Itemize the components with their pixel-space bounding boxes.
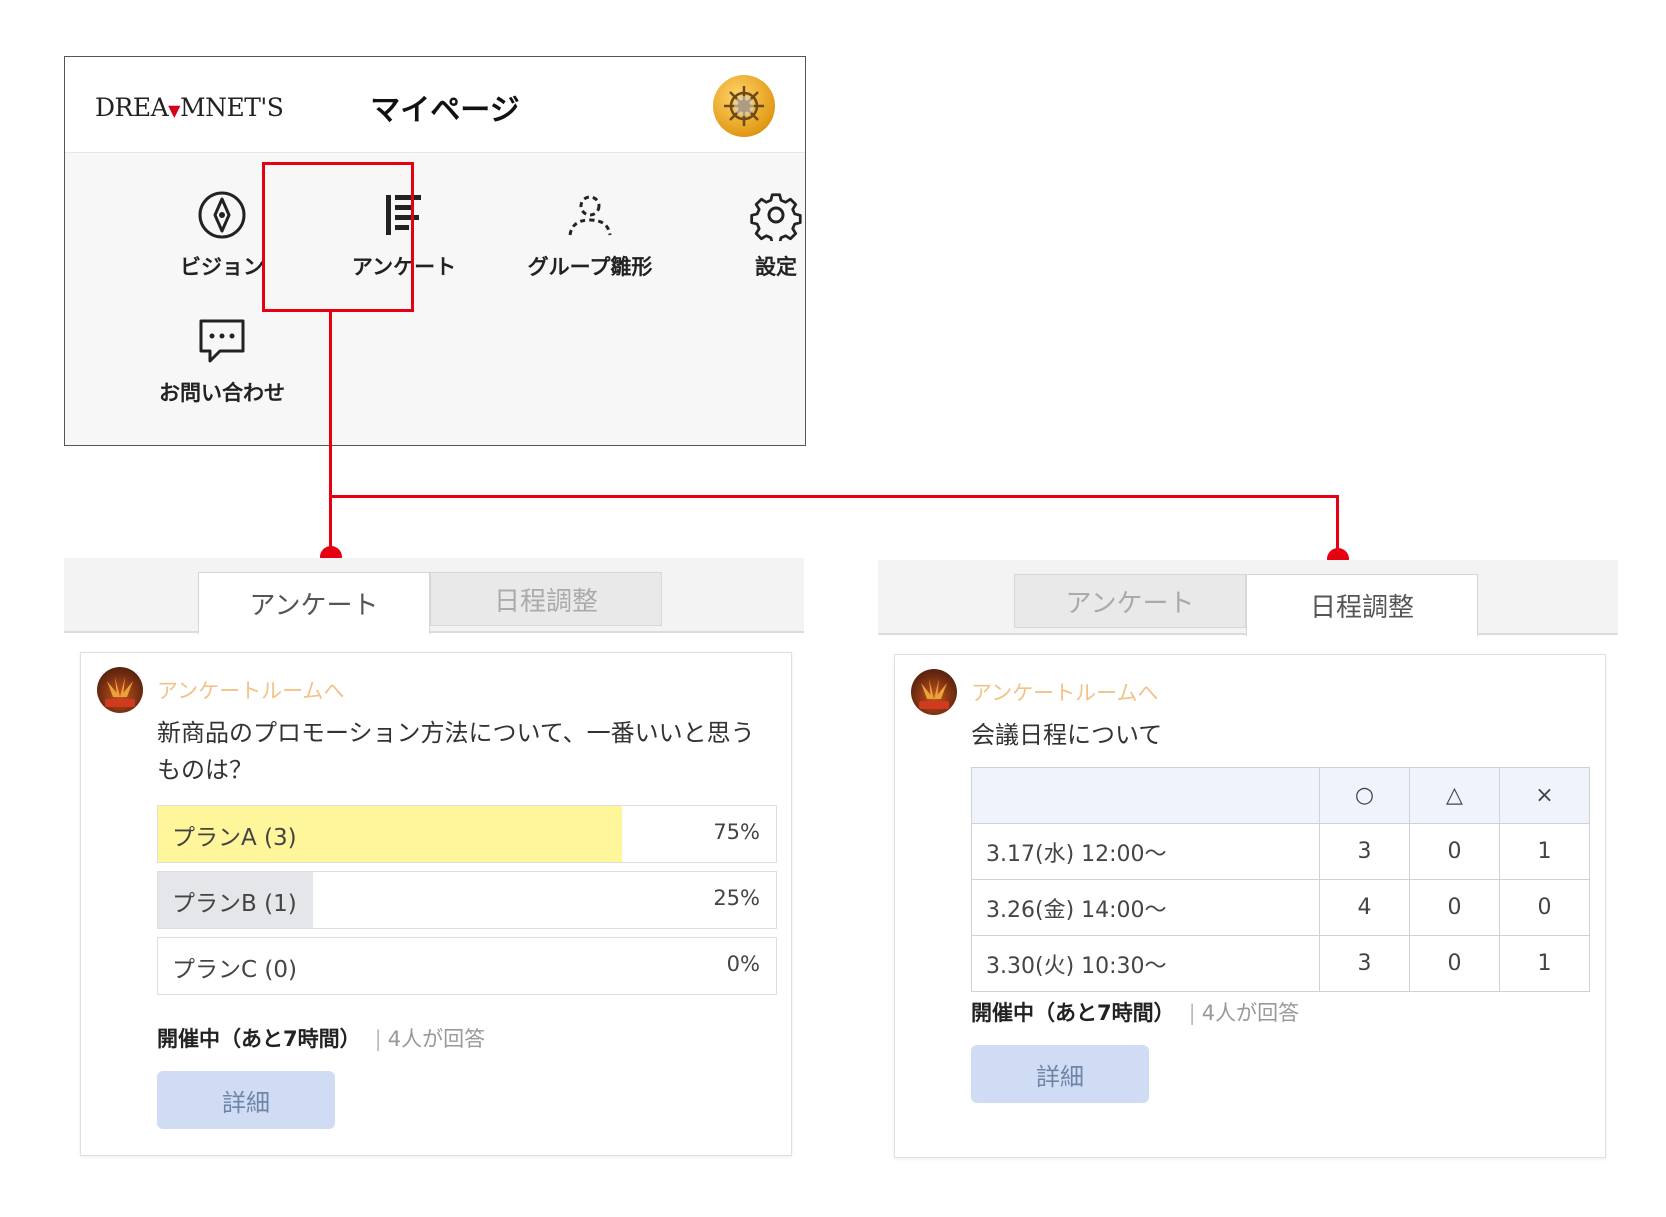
room-avatar[interactable] (911, 669, 957, 715)
survey-room-link[interactable]: アンケートルームへ (157, 675, 345, 705)
page-title: マイページ (370, 93, 520, 128)
survey-tabbar: アンケート 日程調整 (64, 558, 804, 635)
table-row[interactable]: 3.30(火) 10:30～ 3 0 1 (971, 935, 1590, 992)
mypage-panel: DREA▼MNET'S マイページ ビジョン アンケート グループ雛形 設定 お… (64, 56, 806, 446)
survey-highlight-box (262, 162, 414, 312)
option-percent: 0% (726, 952, 760, 976)
mark-unavailable: × (1499, 767, 1590, 824)
option-label: プランC (0) (172, 957, 297, 983)
tab-schedule[interactable]: 日程調整 (430, 572, 662, 626)
menu-item-group-template[interactable]: グループ雛形 (515, 189, 665, 329)
status-separator: | (374, 1027, 382, 1051)
mark-maybe: △ (1409, 767, 1500, 824)
option-label: プランA (3) (172, 825, 297, 851)
mypage-header: DREA▼MNET'S マイページ (65, 57, 805, 153)
connector-vertical-main (329, 312, 332, 558)
schedule-panel: アンケート 日程調整 アンケートルームへ 会議日程について ○ △ × 3.17… (878, 560, 1618, 1170)
compass-icon (198, 191, 246, 239)
status-open: 開催中（あと7時間） (971, 1001, 1175, 1025)
count-available: 3 (1319, 823, 1410, 880)
menu-item-contact[interactable]: お問い合わせ (147, 315, 297, 455)
status-open: 開催中（あと7時間） (157, 1027, 361, 1051)
schedule-status: 開催中（あと7時間） | 4人が回答 (971, 997, 1299, 1027)
row-date: 3.30(火) 10:30～ (971, 935, 1320, 992)
schedule-card: アンケートルームへ 会議日程について ○ △ × 3.17(水) 12:00～ … (894, 654, 1606, 1158)
count-unavailable: 1 (1499, 935, 1590, 992)
chat-bubble-icon (199, 319, 245, 363)
survey-status: 開催中（あと7時間） | 4人が回答 (157, 1023, 485, 1053)
menu-label-settings: 設定 (755, 255, 797, 279)
avatar[interactable] (713, 75, 775, 137)
status-separator: | (1188, 1001, 1196, 1025)
survey-question: 新商品のプロモーション方法について、一番いいと思うものは？ (157, 719, 755, 784)
option-percent: 75% (713, 820, 760, 844)
room-avatar[interactable] (97, 667, 143, 713)
survey-option[interactable]: プランB (1) 25% (157, 871, 777, 929)
schedule-tabbar: アンケート 日程調整 (878, 560, 1618, 637)
survey-option[interactable]: プランC (0) 0% (157, 937, 777, 995)
status-response-count: 4人が回答 (387, 1027, 486, 1051)
tab-schedule[interactable]: 日程調整 (1246, 574, 1478, 637)
option-label: プランB (1) (172, 891, 297, 917)
happy-logo-icon (919, 679, 949, 709)
connector-horizontal (329, 495, 1339, 498)
detail-button[interactable]: 詳細 (157, 1071, 335, 1129)
status-response-count: 4人が回答 (1201, 1001, 1300, 1025)
menu-item-settings[interactable]: 設定 (701, 189, 851, 329)
schedule-room-link[interactable]: アンケートルームへ (971, 677, 1159, 707)
detail-button[interactable]: 詳細 (971, 1045, 1149, 1103)
survey-card: アンケートルームへ 新商品のプロモーション方法について、一番いいと思うものは？ … (80, 652, 792, 1156)
survey-panel: アンケート 日程調整 アンケートルームへ 新商品のプロモーション方法について、一… (64, 558, 804, 1168)
count-maybe: 0 (1409, 823, 1500, 880)
count-unavailable: 1 (1499, 823, 1590, 880)
ship-wheel-icon (724, 86, 764, 126)
schedule-question: 会議日程について (971, 721, 1163, 749)
table-header-blank (971, 767, 1320, 824)
option-percent: 25% (713, 886, 760, 910)
table-row[interactable]: 3.17(水) 12:00～ 3 0 1 (971, 823, 1590, 880)
menu-label-contact: お問い合わせ (159, 381, 285, 405)
dreamnets-logo[interactable]: DREA▼MNET'S (95, 93, 284, 122)
logo-heart-mark: ▼ (168, 101, 180, 120)
schedule-table: ○ △ × 3.17(水) 12:00～ 3 0 1 3.26(金) 14:00… (971, 767, 1590, 992)
menu-label-group-template: グループ雛形 (527, 255, 653, 279)
count-maybe: 0 (1409, 879, 1500, 936)
row-date: 3.26(金) 14:00～ (971, 879, 1320, 936)
row-date: 3.17(水) 12:00～ (971, 823, 1320, 880)
mark-available: ○ (1319, 767, 1410, 824)
group-template-icon (568, 195, 612, 236)
tab-survey[interactable]: アンケート (1014, 574, 1246, 628)
count-maybe: 0 (1409, 935, 1500, 992)
count-available: 4 (1319, 879, 1410, 936)
table-row[interactable]: 3.26(金) 14:00～ 4 0 0 (971, 879, 1590, 936)
count-unavailable: 0 (1499, 879, 1590, 936)
count-available: 3 (1319, 935, 1410, 992)
survey-option[interactable]: プランA (3) 75% (157, 805, 777, 863)
tab-survey[interactable]: アンケート (198, 572, 430, 635)
table-header-row: ○ △ × (971, 767, 1590, 824)
gear-icon (750, 193, 802, 241)
happy-logo-icon (105, 677, 135, 707)
